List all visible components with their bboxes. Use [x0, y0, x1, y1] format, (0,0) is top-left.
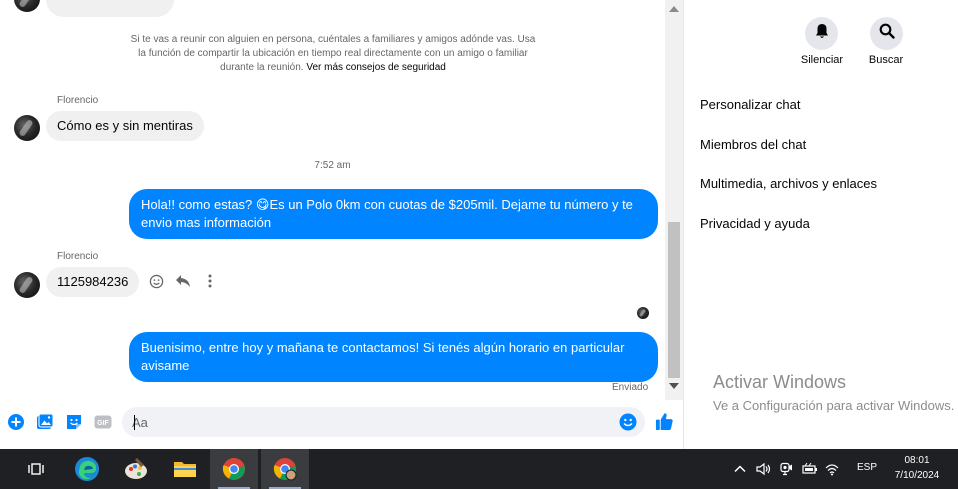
seen-receipt-avatar — [637, 307, 649, 319]
plus-icon[interactable] — [7, 413, 25, 431]
system-tray — [733, 449, 839, 489]
safety-tips-link[interactable]: Ver más consejos de seguridad — [306, 62, 446, 73]
safety-notice: Si te vas a reunir con alguien en person… — [126, 33, 540, 75]
avatar[interactable] — [14, 115, 40, 141]
menu-media-files-links[interactable]: Multimedia, archivos y enlaces — [700, 176, 877, 191]
search-button[interactable] — [870, 17, 903, 50]
search-label: Buscar — [868, 54, 904, 66]
wifi-icon[interactable] — [825, 462, 839, 476]
outgoing-message[interactable]: Hola!! como estas? 😋Es un Polo 0km con c… — [129, 189, 658, 239]
battery-icon[interactable] — [802, 462, 817, 476]
edge-browser-icon[interactable] — [63, 449, 111, 489]
scroll-thumb[interactable] — [668, 222, 680, 378]
chat-info-panel: Silenciar Buscar Personalizar chat Miemb… — [683, 0, 958, 449]
scroll-down-icon[interactable] — [669, 383, 679, 389]
file-explorer-icon[interactable] — [161, 449, 209, 489]
more-options-icon[interactable] — [202, 273, 218, 289]
search-icon — [879, 23, 895, 44]
incoming-message[interactable]: Cómo es y sin mentiras — [46, 111, 204, 141]
react-emoji-icon[interactable] — [148, 273, 164, 289]
avatar[interactable] — [14, 272, 40, 298]
taskbar-clock[interactable]: 08:01 7/10/2024 — [886, 453, 948, 483]
message-list[interactable]: Si te vas a reunir con alguien en person… — [0, 0, 665, 400]
sender-name: Florencio — [57, 95, 99, 106]
message-actions — [148, 273, 218, 289]
chevron-up-icon[interactable] — [733, 462, 747, 476]
text-cursor — [134, 415, 135, 430]
mute-button[interactable] — [805, 17, 838, 50]
menu-chat-members[interactable]: Miembros del chat — [700, 137, 806, 152]
chat-pane: Si te vas a reunir con alguien en person… — [0, 0, 683, 449]
paint-icon[interactable] — [112, 449, 160, 489]
screen: Si te vas a reunir con alguien en person… — [0, 0, 958, 489]
thumbs-up-icon[interactable] — [655, 412, 673, 431]
clock-time: 08:01 — [904, 455, 930, 466]
menu-privacy-help[interactable]: Privacidad y ayuda — [700, 216, 810, 231]
speaker-icon[interactable] — [756, 462, 771, 476]
activate-windows-title: Activar Windows — [713, 372, 847, 392]
sticker-icon[interactable] — [65, 413, 83, 431]
sender-name: Florencio — [57, 251, 99, 262]
activate-windows-subtitle: Ve a Configuración para activar Windows. — [713, 398, 955, 413]
mute-label: Silenciar — [800, 54, 844, 66]
task-view-icon[interactable] — [12, 449, 60, 489]
avatar[interactable] — [14, 0, 40, 12]
message-bubble-partial[interactable] — [46, 0, 174, 17]
webcam-icon[interactable] — [779, 462, 793, 476]
clock-date: 7/10/2024 — [894, 470, 940, 481]
incoming-message[interactable]: 1125984236 — [46, 267, 140, 297]
input-language[interactable]: ESP — [857, 462, 877, 473]
chrome-icon[interactable] — [210, 449, 258, 489]
message-input-box[interactable] — [122, 407, 645, 437]
message-timestamp: 7:52 am — [314, 160, 351, 171]
emoji-icon[interactable] — [619, 413, 637, 431]
menu-customize-chat[interactable]: Personalizar chat — [700, 97, 800, 112]
bell-icon — [815, 23, 829, 44]
gif-icon[interactable]: GIF — [94, 413, 112, 431]
message-input[interactable] — [132, 407, 612, 437]
scroll-up-icon[interactable] — [669, 6, 679, 12]
reply-icon[interactable] — [175, 273, 191, 289]
photo-icon[interactable] — [36, 413, 54, 431]
scrollbar[interactable] — [665, 0, 683, 400]
start-edge[interactable] — [0, 449, 10, 489]
taskbar: ESP 08:01 7/10/2024 — [0, 449, 958, 489]
message-status: Enviado — [612, 382, 649, 393]
svg-text:GIF: GIF — [97, 420, 109, 427]
chrome-profile-icon[interactable] — [261, 449, 309, 489]
outgoing-message[interactable]: Buenisimo, entre hoy y mañana te contact… — [129, 332, 658, 382]
